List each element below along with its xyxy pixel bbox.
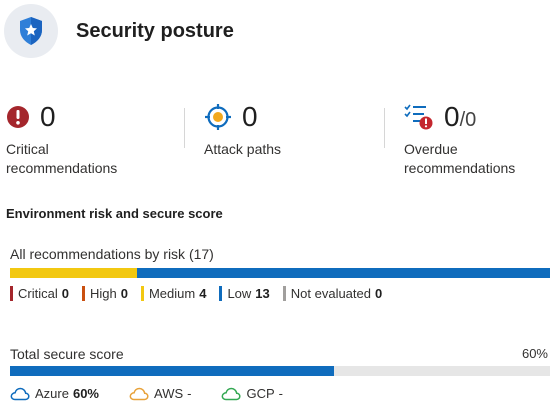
kpi-attack-paths[interactable]: 0 Attack paths: [204, 100, 281, 159]
overdue-recommendations-count: 0/0: [444, 103, 476, 131]
attack-paths-count: 0: [242, 101, 258, 132]
kpi-row: 0 Critical recommendations 0 Attack path…: [6, 100, 550, 186]
page-title: Security posture: [76, 19, 234, 42]
cloud-score-value: 60%: [72, 386, 99, 401]
cloud-score-azure[interactable]: Azure 60%: [10, 386, 99, 401]
kpi-label: Overdue recommendations: [404, 140, 515, 178]
shield-icon-container: [4, 4, 58, 58]
kpi-critical-recommendations[interactable]: 0 Critical recommendations: [6, 100, 117, 178]
legend-swatch: [140, 286, 144, 301]
card-header: Security posture: [4, 4, 234, 58]
critical-alert-icon: [7, 106, 29, 128]
kpi-label: Critical recommendations: [6, 140, 117, 178]
legend-swatch: [219, 286, 223, 301]
kpi-overdue-recommendations[interactable]: 0/0 Overdue recommendations: [404, 100, 515, 178]
secure-score-label: Total secure score: [10, 346, 124, 362]
legend-swatch: [81, 286, 85, 301]
cloud-name: Azure: [35, 386, 69, 401]
kpi-label: Attack paths: [204, 140, 281, 159]
cloud-name: GCP: [246, 386, 275, 401]
secure-score-bar[interactable]: [10, 366, 550, 376]
secure-score-fill: [10, 366, 334, 376]
overdue-denominator: /0: [459, 109, 477, 131]
kpi-label-line1: Overdue: [404, 141, 458, 157]
cloud-scores: Azure 60% AWS - GCP -: [10, 386, 313, 401]
kpi-label-line1: Attack paths: [204, 141, 282, 157]
critical-recommendations-count: 0: [40, 101, 56, 132]
kpi-label-line1: Critical: [6, 141, 49, 157]
azure-cloud-icon: [10, 387, 30, 400]
section-title: Environment risk and secure score: [6, 206, 223, 221]
risk-bar-label: All recommendations by risk (17): [10, 246, 214, 262]
kpi-divider: [184, 108, 185, 148]
cloud-name: AWS: [154, 386, 184, 401]
kpi-label-line2: recommendations: [404, 160, 516, 176]
risk-bar-segment-medium: [10, 268, 137, 278]
legend-item-high[interactable]: High 0: [81, 286, 128, 301]
kpi-divider: [384, 108, 385, 148]
cloud-score-gcp[interactable]: GCP -: [221, 386, 283, 401]
legend-count: 4: [199, 286, 207, 301]
gcp-cloud-icon: [222, 387, 242, 400]
legend-count: 0: [61, 286, 69, 301]
attack-path-target-icon: [205, 104, 231, 130]
kpi-label-line2: recommendations: [6, 160, 118, 176]
legend-swatch: [282, 286, 286, 301]
legend-swatch: [10, 286, 13, 301]
legend-item-critical[interactable]: Critical 0: [10, 286, 69, 301]
cloud-score-aws[interactable]: AWS -: [129, 386, 191, 401]
cloud-score-value: -: [278, 386, 283, 401]
legend-item-medium[interactable]: Medium 4: [140, 286, 207, 301]
legend-name: High: [89, 286, 117, 301]
legend-item-low[interactable]: Low 13: [219, 286, 270, 301]
legend-item-not-evaluated[interactable]: Not evaluated 0: [282, 286, 383, 301]
overdue-value: 0: [444, 101, 460, 132]
secure-score-percent: 60%: [521, 346, 548, 361]
overdue-list-icon: [404, 104, 433, 130]
legend-name: Critical: [18, 286, 58, 301]
legend-name: Not evaluated: [290, 286, 371, 301]
legend-count: 0: [120, 286, 128, 301]
risk-legend: Critical 0 High 0 Medium 4 Low 13 Not evaluated 0: [10, 286, 395, 301]
legend-count: 0: [375, 286, 383, 301]
legend-count: 13: [255, 286, 270, 301]
risk-distribution-bar[interactable]: [10, 268, 550, 278]
legend-name: Medium: [148, 286, 196, 301]
shield-icon: [20, 17, 42, 45]
aws-cloud-icon: [129, 387, 149, 400]
legend-name: Low: [227, 286, 252, 301]
cloud-score-value: -: [187, 386, 192, 401]
risk-bar-segment-low: [136, 268, 550, 278]
